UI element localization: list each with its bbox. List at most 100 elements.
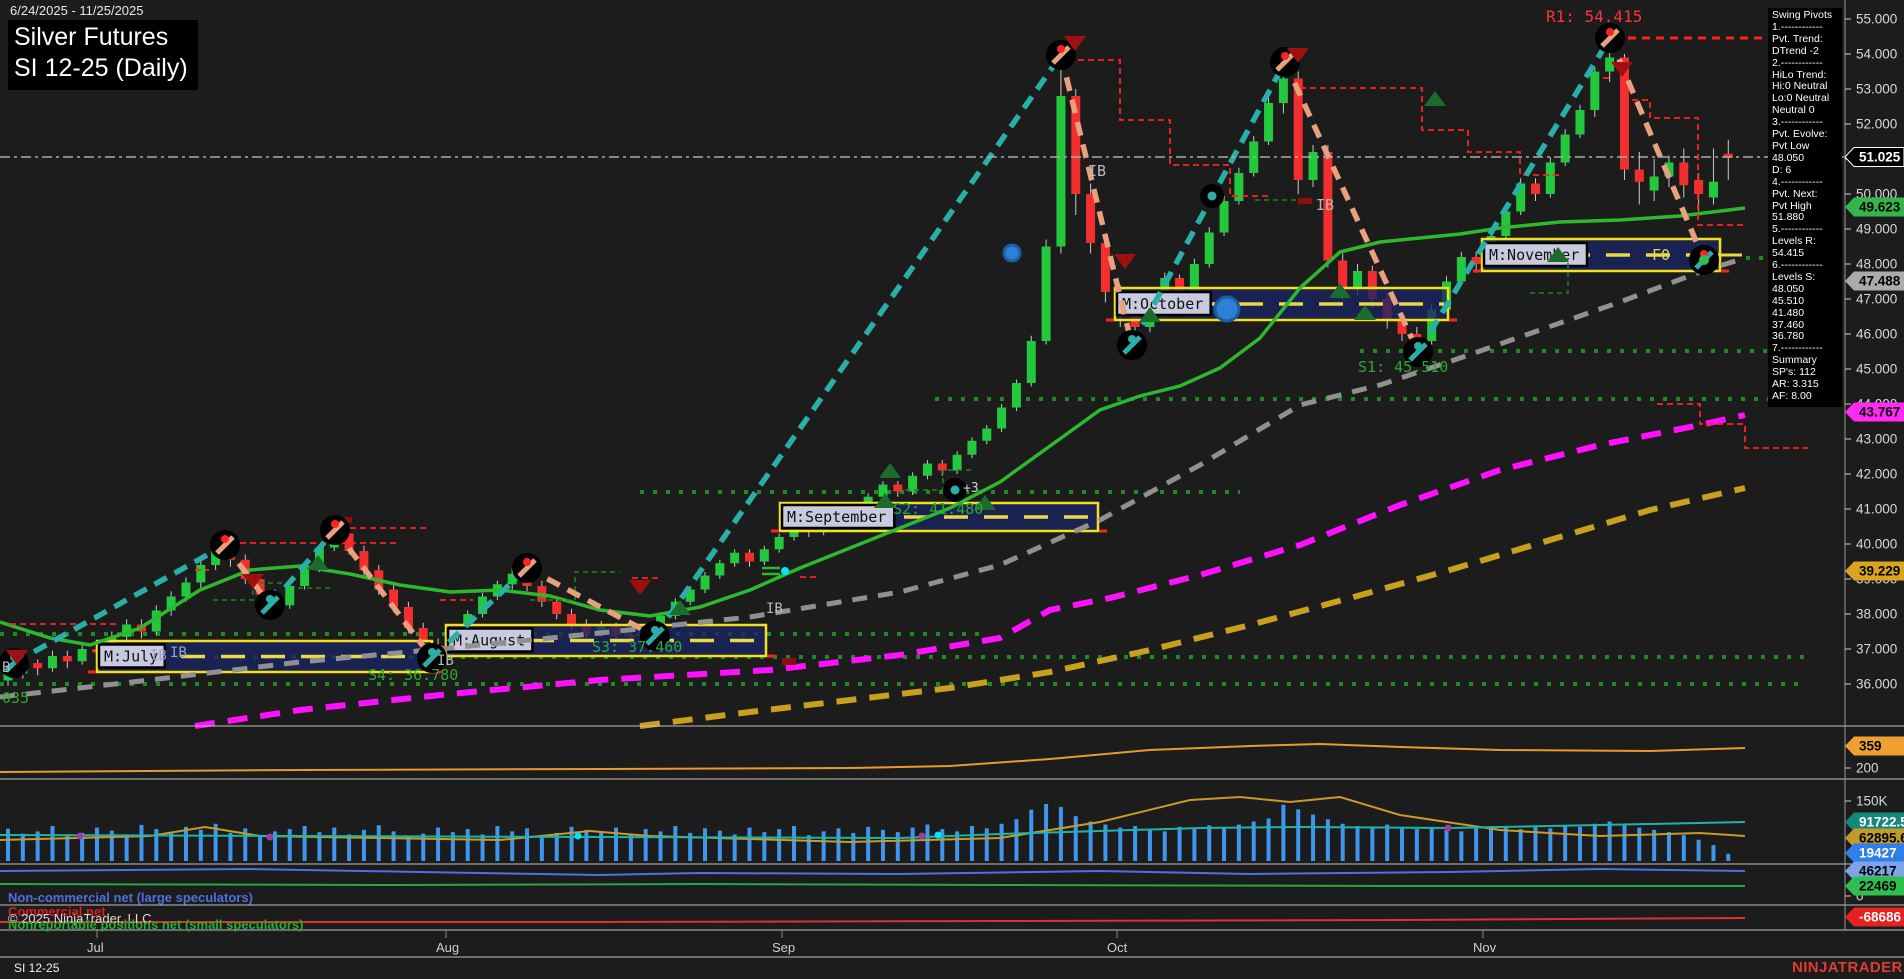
chart-title-instrument: Silver Futures	[14, 22, 188, 53]
candlestick	[1086, 194, 1095, 243]
axis-tick-label: 41.000	[1856, 502, 1897, 517]
candlesticks	[4, 39, 1733, 685]
chart-annotation: IB	[1088, 162, 1106, 180]
candlestick	[33, 663, 42, 668]
swing-pivots-line: 41.480	[1772, 308, 1842, 320]
ninjatrader-chart-window: M:JulyM:AugustM:SeptemberM:OctoberM:Nove…	[0, 0, 1904, 979]
candlestick	[893, 485, 902, 492]
instrument-tab[interactable]: SI 12-25	[14, 961, 59, 975]
candlestick	[63, 656, 72, 661]
month-label[interactable]: Aug	[436, 940, 459, 955]
signal-dot	[1004, 245, 1020, 261]
candlestick	[567, 614, 576, 625]
month-label[interactable]: Oct	[1107, 940, 1128, 955]
axis-tick-label: 43.000	[1856, 432, 1897, 447]
candlestick	[730, 553, 739, 564]
chart-annotation: IB	[1316, 196, 1334, 214]
chart-annotation: S2: 41.480	[893, 500, 983, 518]
axis-tick-label: 45.000	[1856, 362, 1897, 377]
chart-annotation: IB	[766, 601, 783, 617]
chart-annotation: 035	[2, 689, 29, 707]
chart-title-contract: SI 12-25 (Daily)	[14, 53, 188, 84]
axis-tick-label: 47.000	[1856, 292, 1897, 307]
monthly-box-label: M:October	[1122, 295, 1203, 313]
axis-tick-label: 40.000	[1856, 537, 1897, 552]
candlestick	[953, 455, 962, 471]
swing-pivots-line: Pvt. Trend:	[1772, 34, 1842, 46]
chart-title-box: Silver Futures SI 12-25 (Daily)	[8, 20, 198, 90]
candlestick	[1679, 163, 1688, 186]
axis-tick-label: 54.000	[1856, 47, 1897, 62]
swing-pivots-line: 48.050	[1772, 284, 1842, 296]
swing-pivots-line: 48.050	[1772, 153, 1842, 165]
axis-tick-label: 53.000	[1856, 82, 1897, 97]
candlestick	[1546, 163, 1555, 195]
sell-triangle	[629, 580, 651, 595]
monthly-box-label: M:August	[453, 632, 525, 650]
candlestick	[1650, 177, 1659, 191]
lower-panel-lines	[0, 744, 1745, 922]
chart-annotation: +3	[963, 481, 979, 496]
svg-text:19427: 19427	[1859, 846, 1897, 861]
candlestick	[1590, 72, 1599, 111]
axis-tick-label: 38.000	[1856, 607, 1897, 622]
svg-text:46217: 46217	[1859, 864, 1897, 879]
axis-tick-label: 46.000	[1856, 327, 1897, 342]
ninjatrader-logo: NINJATRADER	[1792, 959, 1903, 976]
candlestick	[923, 464, 932, 476]
chart-annotation: F0	[1652, 246, 1670, 264]
candlestick	[48, 656, 57, 668]
axis-tick-label: 55.000	[1856, 12, 1897, 27]
candlestick	[1635, 170, 1644, 182]
month-label[interactable]: Sep	[772, 940, 795, 955]
candlestick	[967, 441, 976, 455]
axis-tick-label: 48.000	[1856, 257, 1897, 272]
candlestick	[1279, 79, 1288, 104]
candlestick	[715, 563, 724, 575]
axis-tick-label: 36.000	[1856, 677, 1897, 692]
svg-text:43.767: 43.767	[1859, 405, 1900, 420]
month-label[interactable]: Jul	[87, 940, 104, 955]
candlestick	[997, 408, 1006, 429]
chart-annotation: IB	[437, 653, 454, 669]
r1-label: R1: 54.415	[1546, 7, 1642, 26]
swing-pivots-panel: Swing Pivots1.------------Pvt. Trend:DTr…	[1768, 8, 1842, 407]
candlestick	[908, 476, 917, 492]
sell-triangle	[1611, 62, 1633, 77]
monthly-box-label: M:September	[787, 508, 886, 526]
chart-annotation: S1: 45.510	[1358, 358, 1448, 376]
svg-text:51.025: 51.025	[1859, 150, 1901, 165]
candlestick	[181, 583, 190, 597]
svg-text:359: 359	[1859, 739, 1882, 754]
svg-text:91722.51: 91722.51	[1859, 815, 1904, 830]
candlestick	[1457, 257, 1466, 282]
axis-tick-label: 200	[1856, 761, 1879, 776]
axis-tick-label: 150K	[1856, 794, 1888, 809]
swing-pivots-line: Pvt. Next:	[1772, 189, 1842, 201]
svg-text:62895.62: 62895.62	[1859, 831, 1904, 846]
month-label[interactable]: Nov	[1473, 940, 1497, 955]
candlestick	[1027, 341, 1036, 383]
candlestick	[1220, 201, 1229, 233]
buy-triangle	[1424, 91, 1446, 106]
candlestick	[1353, 271, 1362, 289]
chart-annotation: B	[2, 660, 10, 676]
monthly-boxes: M:JulyM:AugustM:SeptemberM:OctoberM:Nove…	[88, 239, 1729, 672]
candlestick	[552, 602, 561, 614]
chart-canvas[interactable]: M:JulyM:AugustM:SeptemberM:OctoberM:Nove…	[0, 0, 1904, 979]
candlestick	[1042, 247, 1051, 342]
candlestick	[775, 537, 784, 549]
candlestick	[1605, 58, 1614, 72]
buy-triangle	[879, 463, 901, 478]
chart-annotation: S3: 37.460	[592, 638, 682, 656]
candlestick	[1531, 184, 1540, 195]
swing-pivots-line: 4.------------	[1772, 177, 1842, 189]
swing-pivots-line: D: 6	[1772, 165, 1842, 177]
svg-text:47.488: 47.488	[1859, 274, 1901, 289]
candlestick	[196, 565, 205, 583]
swing-pivots-line: 45.510	[1772, 296, 1842, 308]
axis-tick-label: 49.000	[1856, 222, 1897, 237]
candlestick	[982, 429, 991, 441]
candlestick	[1056, 96, 1065, 247]
candlestick	[760, 549, 769, 561]
